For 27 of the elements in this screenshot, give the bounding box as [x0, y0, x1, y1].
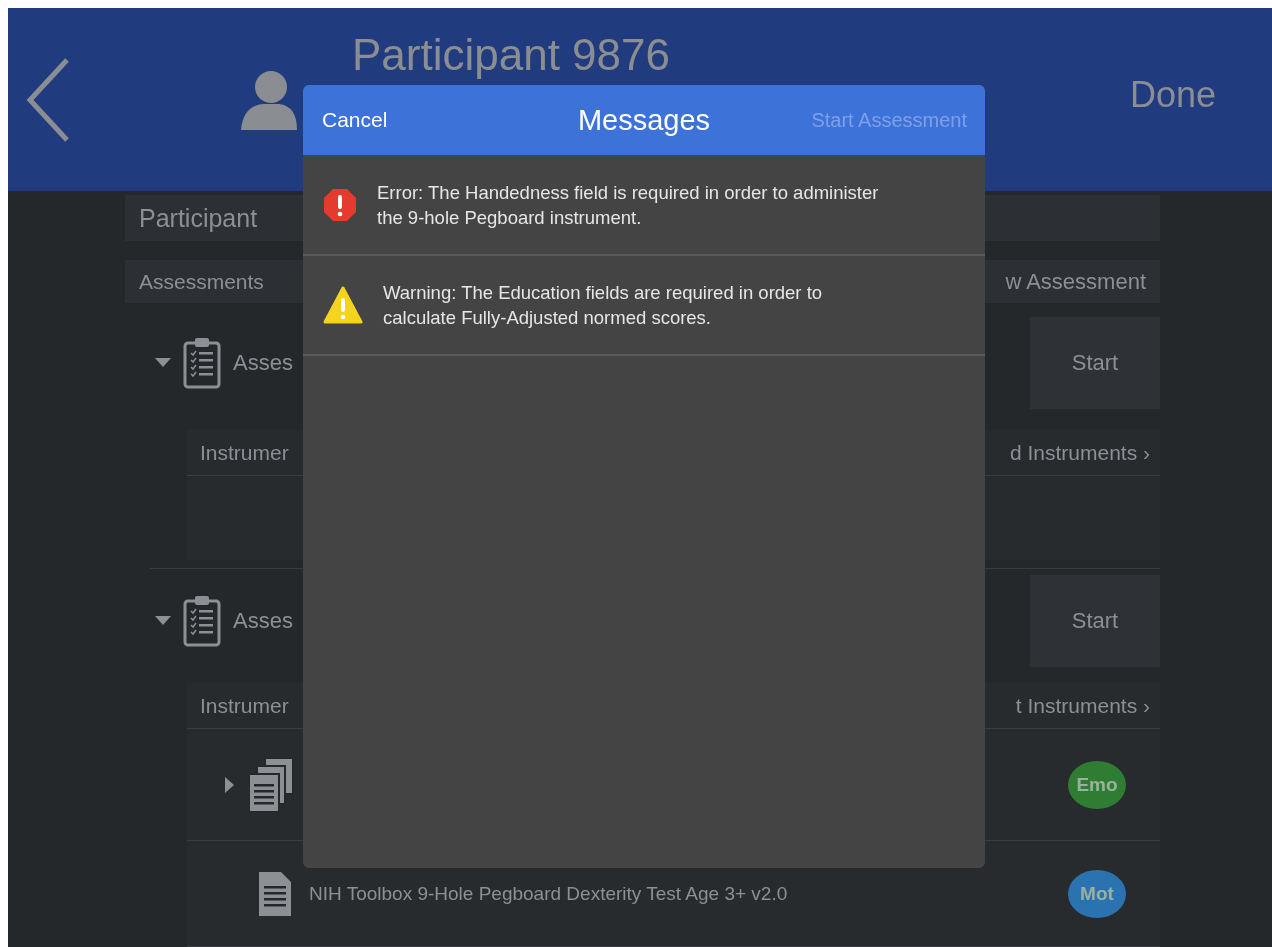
instruments-label: Instrumer [200, 693, 289, 718]
back-icon[interactable] [25, 56, 71, 143]
clipboard-icon [183, 337, 221, 389]
message-text: Error: The Handedness field is required in order to administer the 9-hole Pegboard instrument. [377, 180, 880, 230]
cancel-button[interactable]: Cancel [322, 108, 388, 132]
error-icon [323, 187, 357, 222]
new-assessment-link[interactable]: w Assessment [1005, 268, 1146, 295]
participant-title: Participant 9876 [352, 30, 670, 80]
category-badge: Mot [1068, 869, 1126, 918]
clipboard-icon [183, 595, 221, 647]
assessment-title: Asses [233, 350, 293, 376]
done-button[interactable]: Done [1129, 73, 1216, 116]
warning-icon [323, 286, 363, 324]
assessment-title: Asses [233, 608, 293, 634]
message-text: Warning: The Education fields are required in order to calculate Fully-Adjusted normed scores. [383, 281, 824, 330]
documents-icon [249, 757, 295, 812]
assessments-label: Assessments [139, 269, 264, 294]
instruments-label: Instrumer [200, 440, 289, 465]
edit-instruments-link[interactable]: d Instruments › [1009, 440, 1150, 465]
edit-instruments-link[interactable]: t Instruments › [1015, 693, 1150, 718]
category-badge: Emo [1068, 760, 1126, 809]
dialog-title: Messages [577, 103, 711, 137]
start-button[interactable]: Start [1030, 317, 1160, 409]
document-icon [259, 871, 291, 916]
person-icon [241, 69, 297, 130]
instrument-name: NIH Toolbox 9-Hole Pegboard Dexterity Test Age 3+ v2.0 [309, 882, 788, 905]
start-button[interactable]: Start [1030, 575, 1160, 667]
